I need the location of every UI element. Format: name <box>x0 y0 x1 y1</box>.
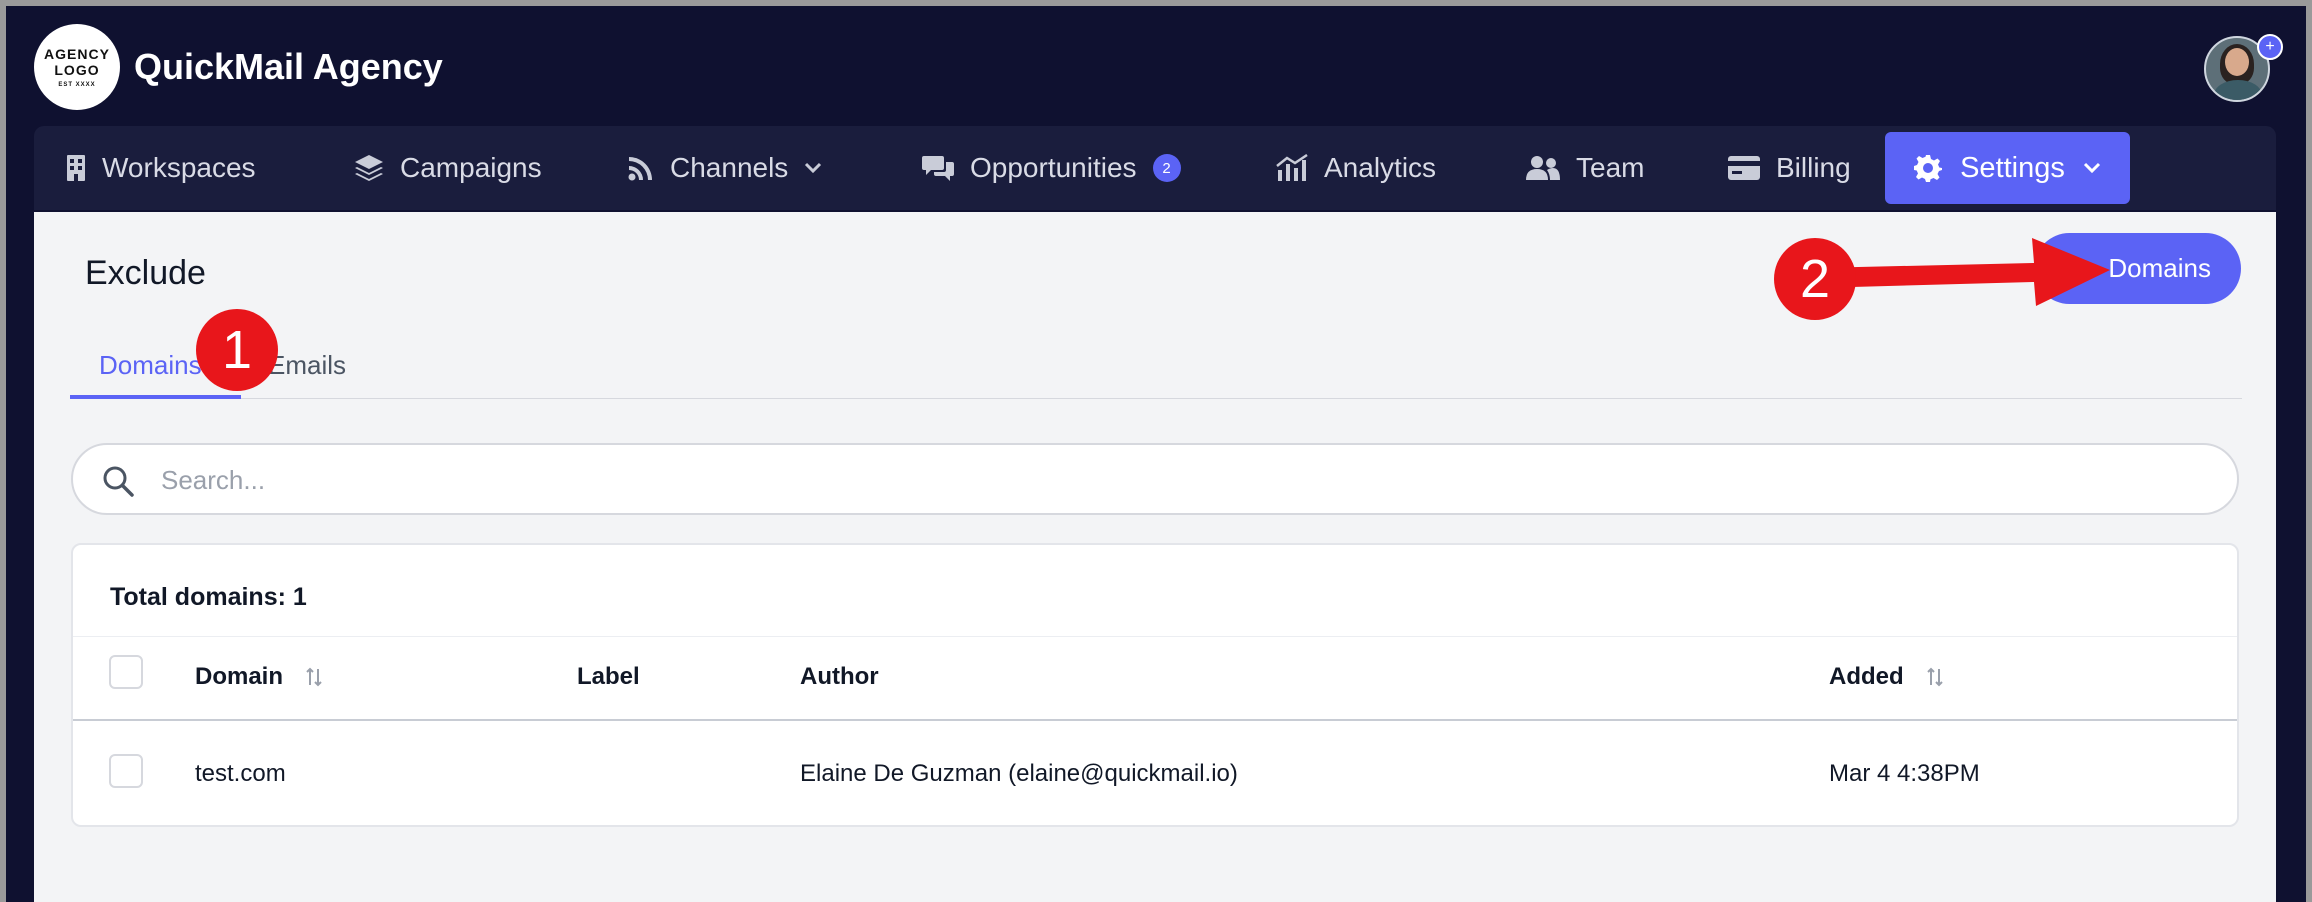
red-arrow-annotation <box>1816 238 2110 306</box>
app-window: AGENCY LOGO EST XXXX QuickMail Agency + … <box>6 6 2306 902</box>
annotation-marker-1: 1 <box>196 309 278 391</box>
annotation-marker-2: 2 <box>1774 238 1856 320</box>
